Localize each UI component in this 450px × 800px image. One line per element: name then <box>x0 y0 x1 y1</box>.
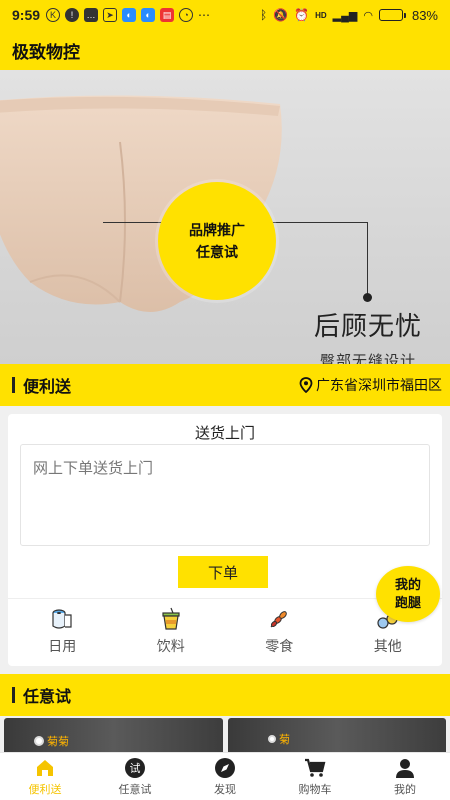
status-time: 9:59 <box>12 7 41 23</box>
home-icon <box>33 757 57 779</box>
more-icon: ⋯ <box>198 8 211 22</box>
tab-discover[interactable]: 发现 <box>180 753 270 800</box>
category-row: 日用 饮料 零食 其他 <box>8 606 442 658</box>
tab-label: 任意试 <box>118 783 152 796</box>
category-label: 日用 <box>48 638 77 654</box>
order-input[interactable] <box>20 444 430 546</box>
wifi-icon: ◠ <box>363 9 373 22</box>
place-order-button[interactable]: 下单 <box>178 556 268 588</box>
toilet-paper-icon <box>49 606 75 632</box>
category-daily[interactable]: 日用 <box>8 606 117 658</box>
cart-icon <box>303 757 327 779</box>
tab-cart[interactable]: 购物车 <box>270 753 360 800</box>
category-label: 零食 <box>265 638 294 654</box>
tab-label: 我的 <box>394 783 416 796</box>
location-pin-icon <box>299 377 313 393</box>
battery-percent: 83% <box>411 7 438 23</box>
tab-label: 便利送 <box>28 783 62 796</box>
trial-product-card[interactable]: 菊菊 <box>4 718 223 752</box>
category-label: 其他 <box>373 638 402 654</box>
tab-mine[interactable]: 我的 <box>360 753 450 800</box>
category-snacks[interactable]: 零食 <box>225 606 334 658</box>
my-errand-button[interactable]: 我的 跑腿 <box>376 566 440 622</box>
badge-line: 跑腿 <box>394 595 421 610</box>
bluetooth-icon: ᛒ <box>259 8 268 22</box>
snack-icon <box>266 606 292 632</box>
category-drinks[interactable]: 饮料 <box>117 606 226 658</box>
callout-line <box>367 222 368 297</box>
tab-label: 发现 <box>214 783 236 796</box>
product-tag-text: 菊 <box>279 734 290 746</box>
promo-banner[interactable]: 品牌推广 任意试 后顾无忧 臀部无缝设计 <box>0 70 450 364</box>
compass-icon <box>213 757 237 779</box>
status-bar: 9:59 K ! … ➤ ◐ ◐ ▤ ◔ ⋯ ᛒ 🔕 ⏰ HD ▂▄▆ ◠ 83… <box>0 0 450 30</box>
callout-line <box>103 222 165 223</box>
location-selector[interactable]: 广东省深圳市福田区 <box>299 375 442 395</box>
section-marker <box>12 377 15 393</box>
signal-icon: ▂▄▆ <box>332 9 358 22</box>
user-icon <box>393 757 417 779</box>
bottom-tab-bar: 便利送 试 任意试 发现 购物车 我的 <box>0 752 450 800</box>
badge-line: 我的 <box>394 577 421 592</box>
battery-icon <box>378 9 406 21</box>
section-title: 任意试 <box>23 689 72 706</box>
delivery-section-header: 便利送 广东省深圳市福田区 <box>0 364 450 406</box>
product-tag: 菊菊 <box>34 733 69 749</box>
mute-icon: 🔕 <box>273 8 289 22</box>
promo-bubble: 品牌推广 任意试 <box>158 182 276 300</box>
product-tag: 菊 <box>268 731 290 747</box>
bubble-line: 品牌推广 <box>189 222 245 238</box>
app-icon: ◔ <box>179 8 194 22</box>
delivery-card: 送货上门 下单 日用 饮料 零食 其他 <box>8 414 442 666</box>
tab-delivery[interactable]: 便利送 <box>0 753 90 800</box>
product-tag-text: 菊菊 <box>47 736 69 748</box>
alarm-icon: ⏰ <box>294 8 310 22</box>
trial-product-card[interactable]: 菊 <box>228 718 446 752</box>
app-header: 极致物控 <box>0 30 450 70</box>
app-icon: ◐ <box>122 8 137 22</box>
network-type: HD <box>315 10 327 20</box>
tab-label: 购物车 <box>298 783 332 796</box>
banner-sub-slogan: 臀部无缝设计 <box>319 353 416 364</box>
trial-section-header: 任意试 <box>0 674 450 716</box>
app-title: 极致物控 <box>12 42 80 62</box>
tab-trial[interactable]: 试 任意试 <box>90 753 180 800</box>
k-app-icon: K <box>46 8 61 22</box>
bubble-line: 任意试 <box>196 244 238 260</box>
flower-icon <box>34 736 44 746</box>
message-icon: … <box>84 8 99 22</box>
drink-cup-icon <box>158 606 184 632</box>
trial-icon: 试 <box>123 757 147 779</box>
callout-dot <box>363 293 372 302</box>
section-marker <box>12 687 15 703</box>
app-icon: ◐ <box>141 8 156 22</box>
flower-icon <box>268 735 276 743</box>
alert-icon: ! <box>65 8 80 22</box>
card-title: 送货上门 <box>194 425 255 442</box>
system-status: ᛒ 🔕 ⏰ HD ▂▄▆ ◠ 83% <box>260 8 438 23</box>
section-title: 便利送 <box>23 379 72 396</box>
news-icon: ▤ <box>160 8 175 22</box>
notification-icons: K ! … ➤ ◐ ◐ ▤ ◔ ⋯ <box>46 8 260 22</box>
category-label: 饮料 <box>156 638 185 654</box>
banner-slogan: 后顾无忧 <box>313 311 422 341</box>
trial-icon-text: 试 <box>130 762 141 775</box>
location-text: 广东省深圳市福田区 <box>316 377 442 393</box>
send-icon: ➤ <box>103 8 118 22</box>
